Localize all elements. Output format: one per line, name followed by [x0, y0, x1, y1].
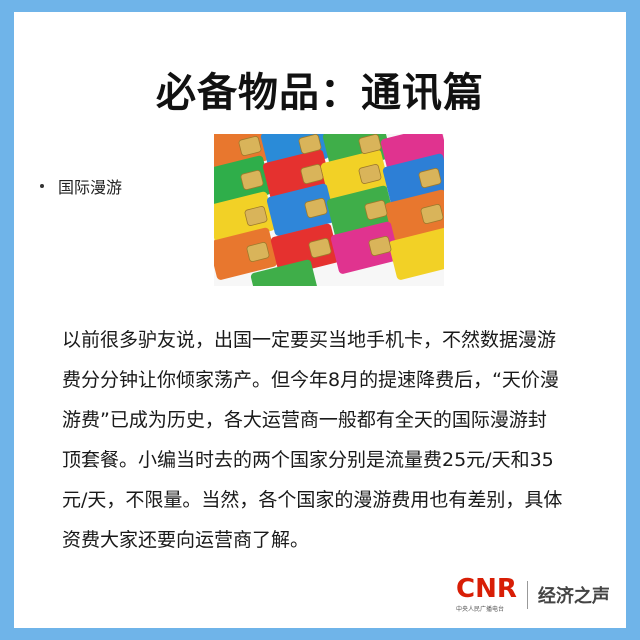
- bullet-label: 国际漫游: [58, 178, 123, 197]
- bullet-item: 国际漫游: [40, 174, 122, 198]
- article-paragraph: 以前很多驴友说，出国一定要买当地手机卡，不然数据漫游 费分分钟让你倾家荡产。但今…: [62, 320, 617, 560]
- paragraph-line: 费分分钟让你倾家荡产。但今年8月的提速降费后，“天价漫: [62, 369, 559, 391]
- paragraph-line: 顶套餐。小编当时去的两个国家分别是流量费25元/天和35: [62, 449, 554, 471]
- logo-channel-name: 经济之声: [537, 585, 610, 607]
- cnr-logo-mark: CNR 中央人民广播电台: [456, 576, 517, 613]
- sim-cards-photo: [214, 134, 444, 286]
- paragraph-line: 资费大家还要向运营商了解。: [62, 529, 310, 551]
- logo-mark: CNR: [456, 574, 517, 604]
- bullet-dot-icon: [40, 184, 44, 188]
- page-title: 必备物品：通讯篇: [156, 70, 484, 116]
- cnr-logo: CNR 中央人民广播电台 经济之声: [456, 576, 610, 613]
- paragraph-line: 元/天，不限量。当然，各个国家的漫游费用也有差别，具体: [62, 489, 563, 511]
- paragraph-line: 以前很多驴友说，出国一定要买当地手机卡，不然数据漫游: [62, 329, 557, 351]
- logo-divider: [526, 580, 528, 609]
- paragraph-line: 游费”已成为历史，各大运营商一般都有全天的国际漫游封: [62, 409, 547, 431]
- logo-subtitle: 中央人民广播电台: [456, 606, 505, 613]
- sim-cards-illustration: [214, 134, 444, 286]
